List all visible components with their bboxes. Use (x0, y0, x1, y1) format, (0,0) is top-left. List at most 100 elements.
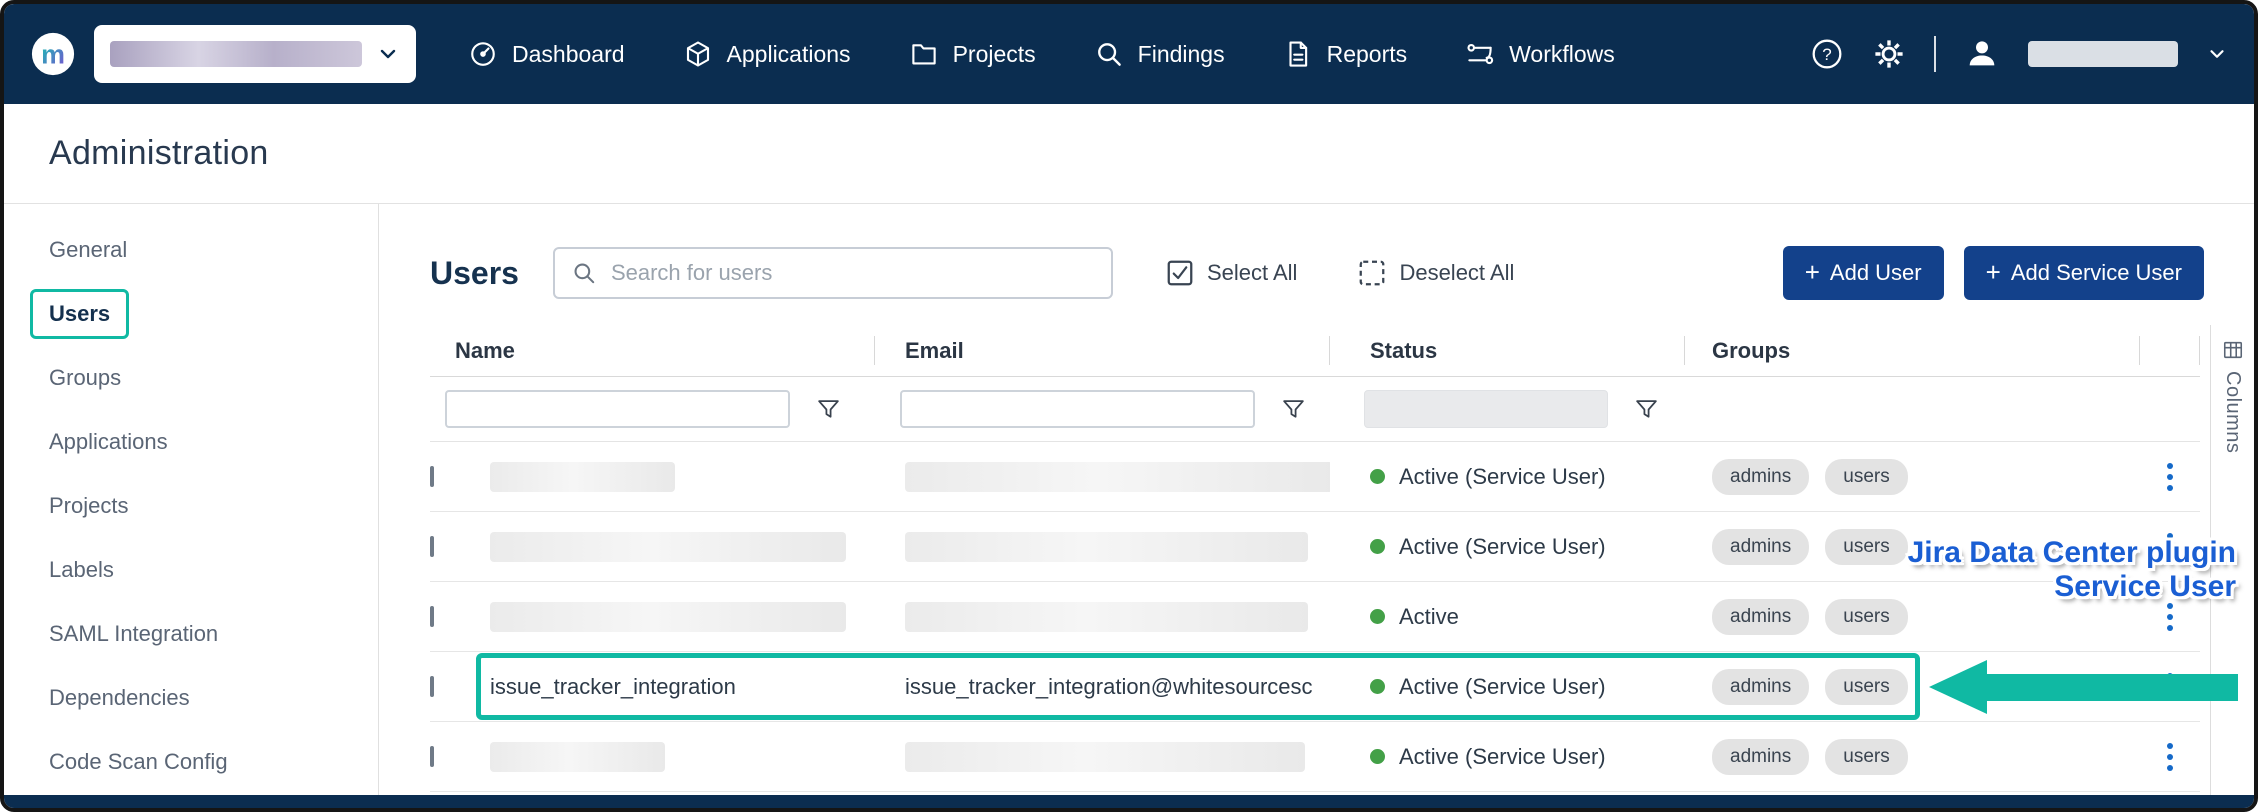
svg-text:?: ? (1822, 45, 1831, 64)
page-title-bar: Administration (4, 104, 2254, 204)
nav-label: Findings (1138, 41, 1225, 68)
table-row: Active (Service User) admins users (430, 442, 2200, 512)
help-icon[interactable]: ? (1810, 37, 1844, 71)
sidebar-item-users[interactable]: Users (4, 282, 378, 346)
page-title: Administration (49, 134, 269, 173)
table-header: Name Email Status Groups (430, 325, 2200, 377)
row-checkbox[interactable] (430, 676, 434, 697)
column-header-groups[interactable]: Groups (1685, 325, 2140, 376)
row-menu-kebab[interactable] (2161, 527, 2179, 567)
mend-logo[interactable]: m (30, 31, 76, 77)
name-filter-funnel-icon[interactable] (816, 397, 841, 422)
sidebar-item-projects[interactable]: Projects (4, 474, 378, 538)
sidebar-item-applications[interactable]: Applications (4, 410, 378, 474)
row-checkbox[interactable] (430, 746, 434, 767)
nav-items: Dashboard Applications Projects Findings (468, 39, 1615, 69)
search-icon (571, 260, 597, 286)
table-filter-row (430, 377, 2200, 442)
row-menu-kebab[interactable] (2161, 667, 2179, 707)
row-checkbox[interactable] (430, 536, 434, 557)
column-header-name[interactable]: Name (430, 325, 875, 376)
status-dot (1370, 679, 1385, 694)
add-user-label: Add User (1830, 260, 1922, 286)
table-row: Active (Service User) admins users (430, 722, 2200, 792)
status-text: Active (1399, 604, 1459, 630)
email-filter-funnel-icon[interactable] (1281, 397, 1306, 422)
status-text: Active (Service User) (1399, 674, 1606, 700)
column-header-email[interactable]: Email (875, 325, 1330, 376)
nav-label: Applications (727, 41, 851, 68)
sidebar-item-label: SAML Integration (49, 621, 218, 647)
sidebar-item-dependencies[interactable]: Dependencies (4, 666, 378, 730)
row-checkbox[interactable] (430, 606, 434, 627)
status-filter-input[interactable] (1364, 390, 1608, 428)
user-avatar-icon[interactable] (1964, 36, 2000, 72)
status-text: Active (Service User) (1399, 534, 1606, 560)
nav-right: ? (1810, 36, 2228, 72)
svg-text:m: m (41, 40, 65, 70)
nav-item-findings[interactable]: Findings (1094, 39, 1225, 69)
nav-label: Reports (1327, 41, 1408, 68)
sidebar-item-labels[interactable]: Labels (4, 538, 378, 602)
status-filter-funnel-icon[interactable] (1634, 397, 1659, 422)
column-header-actions (2140, 325, 2200, 376)
user-menu-chevron-icon[interactable] (2206, 43, 2228, 65)
row-menu-kebab[interactable] (2161, 737, 2179, 777)
organization-selector[interactable] (94, 25, 416, 83)
redacted-email (905, 602, 1308, 632)
sidebar-item-label: Groups (49, 365, 121, 391)
nav-item-applications[interactable]: Applications (683, 39, 851, 69)
workflows-icon (1465, 39, 1495, 69)
table-row-highlighted: issue_tracker_integration issue_tracker_… (430, 652, 2200, 722)
gear-icon[interactable] (1872, 37, 1906, 71)
users-toolbar: Users Select All De (430, 244, 2204, 302)
nav-item-dashboard[interactable]: Dashboard (468, 39, 625, 69)
username-redacted (2028, 41, 2178, 67)
user-email: issue_tracker_integration@whitesourcesc (905, 674, 1313, 699)
nav-divider (1934, 36, 1936, 72)
deselect-all-button[interactable]: Deselect All (1357, 258, 1514, 288)
deselect-all-label: Deselect All (1399, 260, 1514, 286)
sidebar-item-saml-integration[interactable]: SAML Integration (4, 602, 378, 666)
projects-icon (909, 39, 939, 69)
select-all-icon (1165, 258, 1195, 288)
users-panel: Users Select All De (379, 204, 2254, 808)
nav-label: Dashboard (512, 41, 625, 68)
nav-label: Projects (953, 41, 1036, 68)
group-badge: users (1825, 669, 1907, 705)
add-service-user-button[interactable]: + Add Service User (1964, 246, 2204, 300)
columns-toggle[interactable]: Columns (2210, 325, 2254, 797)
add-user-button[interactable]: + Add User (1783, 246, 1944, 300)
findings-icon (1094, 39, 1124, 69)
sidebar-item-code-scan-config[interactable]: Code Scan Config (4, 730, 378, 794)
sidebar-item-general[interactable]: General (4, 218, 378, 282)
plus-icon: + (1986, 257, 2001, 288)
redacted-email (905, 742, 1305, 772)
column-header-status[interactable]: Status (1330, 325, 1685, 376)
nav-label: Workflows (1509, 41, 1615, 68)
row-checkbox[interactable] (430, 466, 434, 487)
group-badge: admins (1712, 459, 1809, 495)
sidebar-item-groups[interactable]: Groups (4, 346, 378, 410)
columns-icon (2222, 339, 2244, 361)
row-menu-kebab[interactable] (2161, 597, 2179, 637)
select-all-button[interactable]: Select All (1165, 258, 1298, 288)
nav-item-projects[interactable]: Projects (909, 39, 1036, 69)
status-dot (1370, 469, 1385, 484)
search-input[interactable] (611, 260, 1095, 286)
status-dot (1370, 609, 1385, 624)
email-filter-input[interactable] (900, 390, 1255, 428)
nav-item-reports[interactable]: Reports (1283, 39, 1408, 69)
name-filter-input[interactable] (445, 390, 790, 428)
redacted-name (490, 532, 846, 562)
redacted-email (905, 532, 1308, 562)
status-text: Active (Service User) (1399, 744, 1606, 770)
row-menu-kebab[interactable] (2161, 457, 2179, 497)
columns-label: Columns (2221, 371, 2244, 453)
add-service-user-label: Add Service User (2011, 260, 2182, 286)
user-name: issue_tracker_integration (490, 674, 736, 699)
nav-item-workflows[interactable]: Workflows (1465, 39, 1615, 69)
redacted-name (490, 462, 675, 492)
group-badge: users (1825, 739, 1907, 775)
sidebar-item-label: Users (30, 289, 129, 339)
